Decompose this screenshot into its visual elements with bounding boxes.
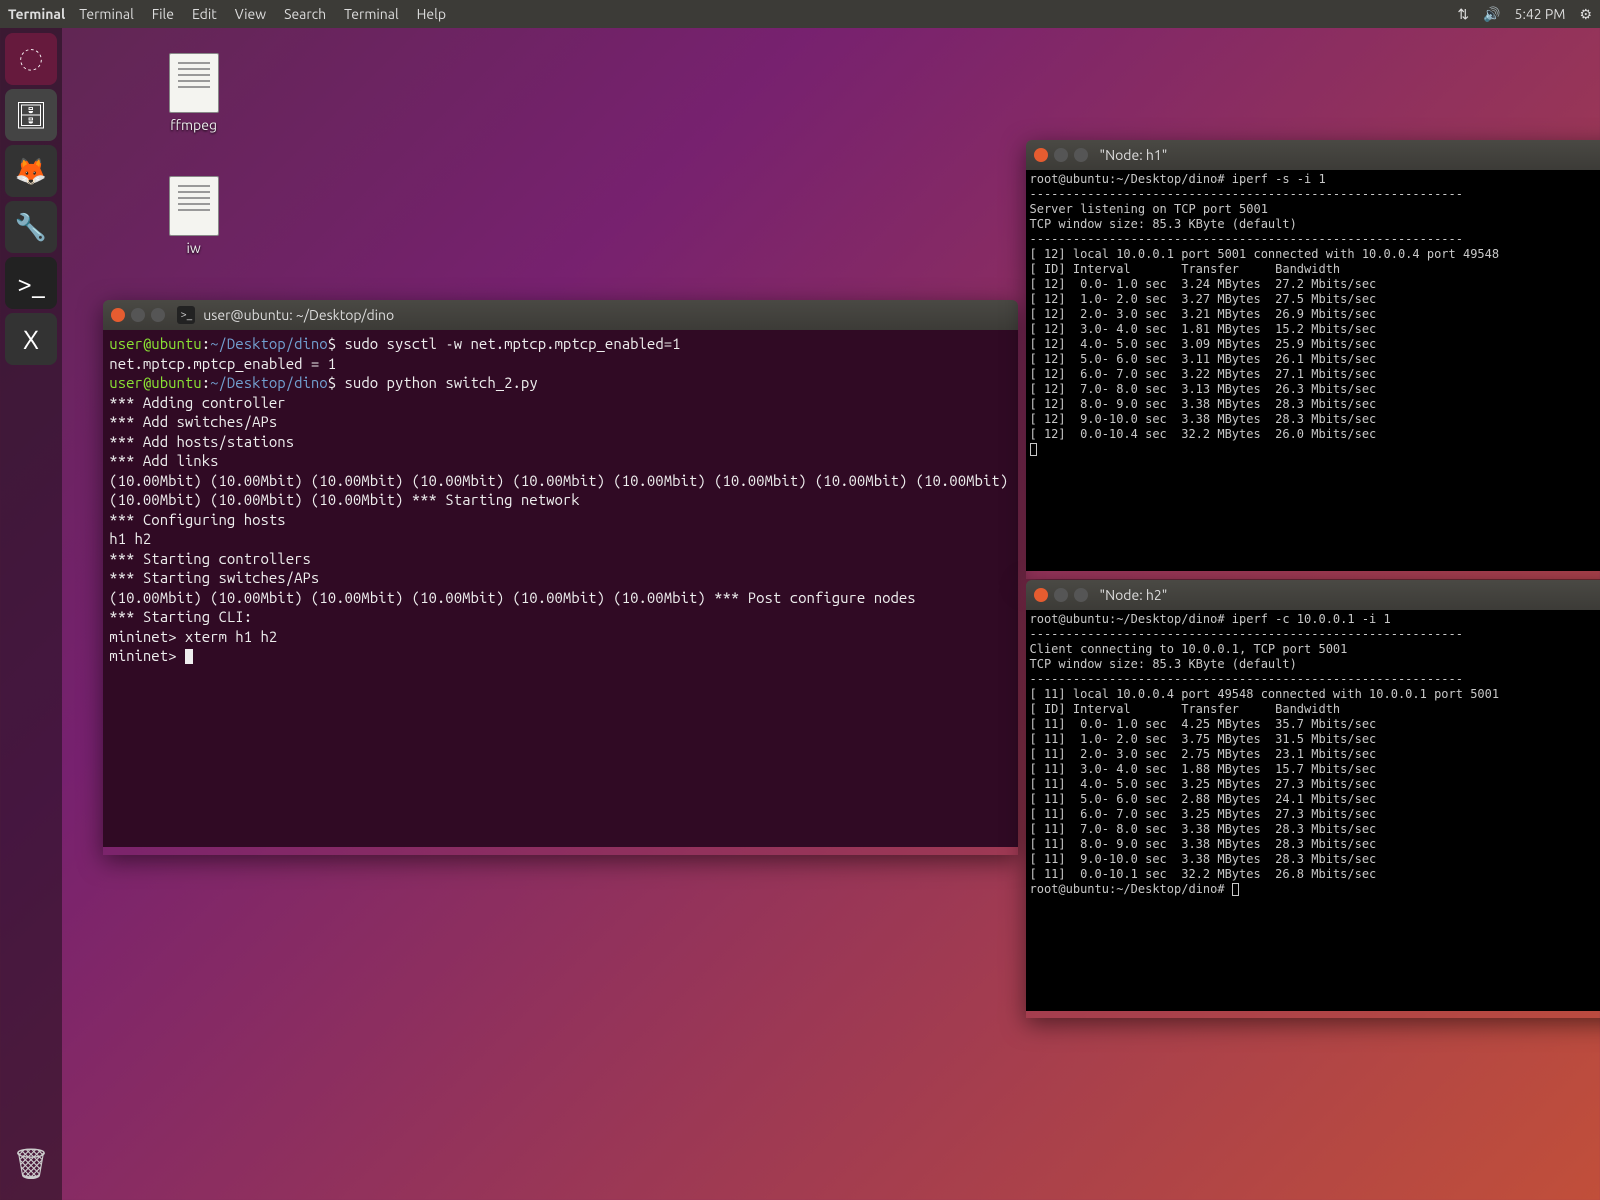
desktop-icon-label: iw <box>149 240 239 256</box>
terminal-app-icon: >_ <box>177 306 195 324</box>
window-maximize-button[interactable] <box>1074 148 1088 162</box>
menu-edit[interactable]: Edit <box>192 6 217 22</box>
main-terminal-title: user@ubuntu: ~/Desktop/dino <box>203 307 394 323</box>
top-menu-bar: Terminal Terminal File Edit View Search … <box>0 0 1600 28</box>
window-minimize-button[interactable] <box>1054 588 1068 602</box>
menu-help[interactable]: Help <box>417 6 446 22</box>
menu-view[interactable]: View <box>235 6 266 22</box>
launcher-terminal-icon[interactable]: >_ <box>5 257 57 309</box>
menu-search[interactable]: Search <box>284 6 326 22</box>
file-icon <box>169 176 219 236</box>
node-h2-titlebar[interactable]: "Node: h2" <box>1026 580 1600 610</box>
window-maximize-button[interactable] <box>151 308 165 322</box>
menu-terminal2[interactable]: Terminal <box>344 6 399 22</box>
launcher-xterm-icon[interactable]: X <box>5 313 57 365</box>
node-h1-title: "Node: h1" <box>1100 147 1168 163</box>
window-minimize-button[interactable] <box>131 308 145 322</box>
menu-file[interactable]: File <box>152 6 174 22</box>
desktop-icon-label: ffmpeg <box>149 117 239 133</box>
volume-icon[interactable]: 🔊 <box>1483 6 1500 23</box>
node-h2-window[interactable]: "Node: h2" root@ubuntu:~/Desktop/dino# i… <box>1026 580 1600 1019</box>
node-h1-body[interactable]: root@ubuntu:~/Desktop/dino# iperf -s -i … <box>1026 170 1600 571</box>
desktop-icon-iw[interactable]: iw <box>149 176 239 256</box>
window-close-button[interactable] <box>1034 588 1048 602</box>
file-icon <box>169 53 219 113</box>
settings-gear-icon[interactable]: ⚙ <box>1579 6 1592 23</box>
node-h2-body[interactable]: root@ubuntu:~/Desktop/dino# iperf -c 10.… <box>1026 610 1600 1011</box>
unity-launcher: ◌ 🗄 🦊 🔧 >_ X 🗑 <box>0 28 62 1200</box>
clock[interactable]: 5:42 PM <box>1515 6 1566 22</box>
window-close-button[interactable] <box>111 308 125 322</box>
launcher-firefox-icon[interactable]: 🦊 <box>5 145 57 197</box>
desktop-icon-ffmpeg[interactable]: ffmpeg <box>149 53 239 133</box>
launcher-trash-icon[interactable]: 🗑 <box>5 1138 57 1190</box>
node-h1-titlebar[interactable]: "Node: h1" <box>1026 140 1600 170</box>
launcher-settings-icon[interactable]: 🔧 <box>5 201 57 253</box>
window-close-button[interactable] <box>1034 148 1048 162</box>
launcher-dash-icon[interactable]: ◌ <box>5 33 57 85</box>
node-h1-window[interactable]: "Node: h1" root@ubuntu:~/Desktop/dino# i… <box>1026 140 1600 579</box>
window-minimize-button[interactable] <box>1054 148 1068 162</box>
node-h2-title: "Node: h2" <box>1100 587 1168 603</box>
window-maximize-button[interactable] <box>1074 588 1088 602</box>
network-icon[interactable]: ⇅ <box>1457 6 1469 23</box>
launcher-files-icon[interactable]: 🗄 <box>5 89 57 141</box>
active-app-name: Terminal <box>8 6 65 22</box>
main-terminal-body[interactable]: user@ubuntu:~/Desktop/dino$ sudo sysctl … <box>103 330 1018 847</box>
main-terminal-titlebar[interactable]: >_ user@ubuntu: ~/Desktop/dino <box>103 300 1018 330</box>
menu-terminal[interactable]: Terminal <box>79 6 134 22</box>
main-terminal-window[interactable]: >_ user@ubuntu: ~/Desktop/dino user@ubun… <box>103 300 1018 855</box>
